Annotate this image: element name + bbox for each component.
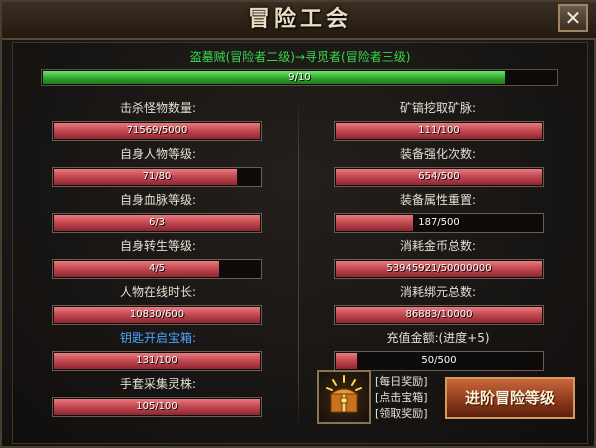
column-divider [298, 98, 299, 428]
stat-progress-value: 71569/5000 [126, 125, 188, 136]
stat-progress-value: 53945921/50000000 [386, 263, 492, 274]
stat-progress-value: 86883/10000 [405, 309, 473, 320]
close-button[interactable]: ✕ [558, 4, 588, 32]
stat-label: 消耗金币总数: [399, 239, 477, 253]
stat-progress-bar: 71/80 [52, 167, 262, 187]
stat-progress-bar: 105/100 [52, 397, 262, 417]
rank-progress-label: 9/10 [288, 72, 311, 83]
stat-progress-value: 4/5 [148, 263, 166, 274]
stat-progress-bar: 6/3 [52, 213, 262, 233]
stat-label: 人物在线时长: [119, 285, 197, 299]
stat-label: 自身血脉等级: [119, 193, 197, 207]
stat-label: 手套采集灵株: [119, 377, 197, 391]
stat-label: 装备强化次数: [399, 147, 477, 161]
stat-progress-value: 131/100 [136, 355, 178, 366]
window-title: 冒险工会 [247, 6, 352, 32]
stat-progress-bar: 71569/5000 [52, 121, 262, 141]
stat-progress-bar: 4/5 [52, 259, 262, 279]
stat-label: 消耗绑元总数: [399, 285, 477, 299]
rank-progression-text: 盗墓贼(冒险者二级)→寻觅者(冒险者三级) [189, 50, 411, 64]
stat-label: 击杀怪物数量: [119, 101, 197, 115]
stat-progress-bar: 187/500 [334, 213, 544, 233]
adventure-guild-window: 冒险工会 ✕ 盗墓贼(冒险者二级)→寻觅者(冒险者三级) 9/10 击杀怪物数量… [0, 0, 596, 448]
stat-progress-value: 50/500 [421, 355, 457, 366]
stat-progress-value: 71/80 [142, 171, 172, 182]
click-chest-link[interactable]: [点击宝箱] [375, 390, 428, 405]
stat-progress-value: 105/100 [136, 401, 178, 412]
reward-chest-slot[interactable] [317, 370, 371, 424]
stat-progress-bar: 131/100 [52, 351, 262, 371]
stat-label: 自身人物等级: [119, 147, 197, 161]
advance-adventure-level-button[interactable]: 进阶冒险等级 [445, 377, 575, 419]
stat-label: 矿镐挖取矿脉: [399, 101, 477, 115]
claim-reward-link[interactable]: [领取奖励] [375, 406, 428, 421]
rank-progress-bar: 9/10 [41, 69, 558, 86]
stat-progress-bar: 50/500 [334, 351, 544, 371]
stat-progress-bar: 654/500 [334, 167, 544, 187]
stat-progress-bar: 10830/600 [52, 305, 262, 325]
treasure-chest-icon [326, 375, 362, 413]
stat-label: 自身转生等级: [119, 239, 197, 253]
stat-progress-value: 6/3 [148, 217, 166, 228]
stat-progress-bar: 53945921/50000000 [334, 259, 544, 279]
stat-label: 充值金额:(进度+5) [386, 331, 490, 345]
stat-label: 钥匙开启宝箱: [119, 331, 197, 345]
stat-progress-bar: 86883/10000 [334, 305, 544, 325]
stat-progress-value: 111/100 [418, 125, 460, 136]
stat-progress-bar: 111/100 [334, 121, 544, 141]
stat-progress-value: 10830/600 [129, 309, 185, 320]
stat-progress-value: 654/500 [418, 171, 460, 182]
daily-reward-link[interactable]: [每日奖励] [375, 374, 428, 389]
stat-label: 装备属性重置: [399, 193, 477, 207]
stat-progress-value: 187/500 [418, 217, 460, 228]
